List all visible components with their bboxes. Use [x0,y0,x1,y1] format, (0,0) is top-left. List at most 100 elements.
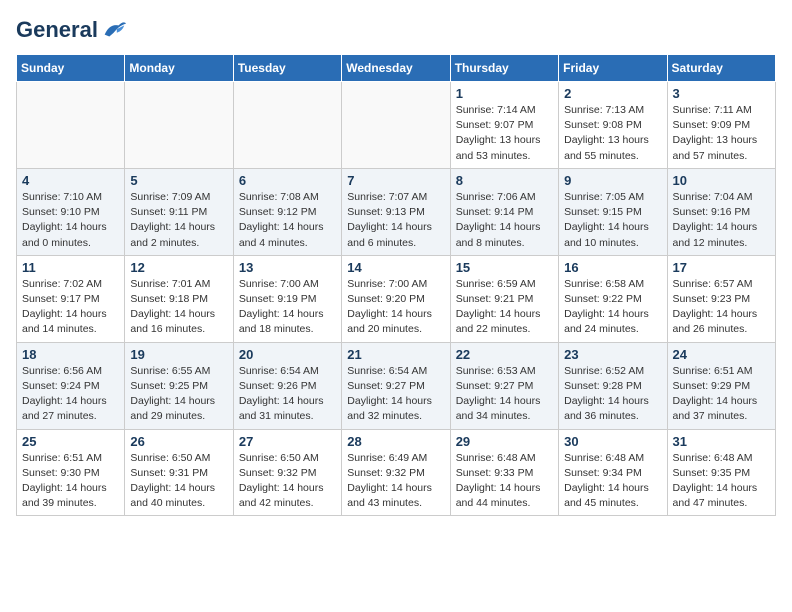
day-info: Sunrise: 6:57 AM Sunset: 9:23 PM Dayligh… [673,277,770,338]
day-number: 20 [239,347,336,362]
calendar-cell: 18 Sunrise: 6:56 AM Sunset: 9:24 PM Dayli… [17,342,125,429]
day-number: 2 [564,86,661,101]
day-number: 18 [22,347,119,362]
day-info: Sunrise: 6:51 AM Sunset: 9:30 PM Dayligh… [22,451,119,512]
day-info: Sunrise: 7:11 AM Sunset: 9:09 PM Dayligh… [673,103,770,164]
day-number: 6 [239,173,336,188]
calendar-cell: 25 Sunrise: 6:51 AM Sunset: 9:30 PM Dayli… [17,429,125,516]
day-info: Sunrise: 7:04 AM Sunset: 9:16 PM Dayligh… [673,190,770,251]
calendar-cell: 4 Sunrise: 7:10 AM Sunset: 9:10 PM Daylig… [17,168,125,255]
day-info: Sunrise: 6:56 AM Sunset: 9:24 PM Dayligh… [22,364,119,425]
calendar-cell: 11Sunrise: 7:02 AM Sunset: 9:17 PM Dayli… [17,255,125,342]
day-number: 5 [130,173,227,188]
day-info: Sunrise: 6:55 AM Sunset: 9:25 PM Dayligh… [130,364,227,425]
calendar-cell: 2 Sunrise: 7:13 AM Sunset: 9:08 PM Daylig… [559,82,667,169]
day-info: Sunrise: 7:13 AM Sunset: 9:08 PM Dayligh… [564,103,661,164]
day-number: 13 [239,260,336,275]
day-number: 30 [564,434,661,449]
day-number: 29 [456,434,553,449]
day-number: 27 [239,434,336,449]
calendar-cell: 24 Sunrise: 6:51 AM Sunset: 9:29 PM Dayli… [667,342,775,429]
logo-bird-icon [100,16,128,44]
day-info: Sunrise: 7:14 AM Sunset: 9:07 PM Dayligh… [456,103,553,164]
calendar-cell: 5 Sunrise: 7:09 AM Sunset: 9:11 PM Daylig… [125,168,233,255]
calendar-cell: 1Sunrise: 7:14 AM Sunset: 9:07 PM Daylig… [450,82,558,169]
day-number: 10 [673,173,770,188]
calendar-cell: 10 Sunrise: 7:04 AM Sunset: 9:16 PM Dayli… [667,168,775,255]
day-info: Sunrise: 6:54 AM Sunset: 9:26 PM Dayligh… [239,364,336,425]
calendar-cell: 6 Sunrise: 7:08 AM Sunset: 9:12 PM Daylig… [233,168,341,255]
day-number: 31 [673,434,770,449]
day-number: 15 [456,260,553,275]
day-info: Sunrise: 6:52 AM Sunset: 9:28 PM Dayligh… [564,364,661,425]
day-number: 9 [564,173,661,188]
calendar-cell: 9 Sunrise: 7:05 AM Sunset: 9:15 PM Daylig… [559,168,667,255]
day-info: Sunrise: 6:54 AM Sunset: 9:27 PM Dayligh… [347,364,444,425]
calendar-cell: 8 Sunrise: 7:06 AM Sunset: 9:14 PM Daylig… [450,168,558,255]
day-number: 7 [347,173,444,188]
calendar-cell: 17Sunrise: 6:57 AM Sunset: 9:23 PM Dayli… [667,255,775,342]
calendar-week-row: 1Sunrise: 7:14 AM Sunset: 9:07 PM Daylig… [17,82,776,169]
calendar-cell: 7 Sunrise: 7:07 AM Sunset: 9:13 PM Daylig… [342,168,450,255]
day-number: 24 [673,347,770,362]
calendar-week-row: 18 Sunrise: 6:56 AM Sunset: 9:24 PM Dayli… [17,342,776,429]
day-info: Sunrise: 7:10 AM Sunset: 9:10 PM Dayligh… [22,190,119,251]
day-number: 4 [22,173,119,188]
day-info: Sunrise: 7:00 AM Sunset: 9:19 PM Dayligh… [239,277,336,338]
calendar-header-row: SundayMondayTuesdayWednesdayThursdayFrid… [17,55,776,82]
calendar-cell: 30Sunrise: 6:48 AM Sunset: 9:34 PM Dayli… [559,429,667,516]
calendar-cell: 15Sunrise: 6:59 AM Sunset: 9:21 PM Dayli… [450,255,558,342]
calendar-cell: 28 Sunrise: 6:49 AM Sunset: 9:32 PM Dayli… [342,429,450,516]
calendar-cell: 12 Sunrise: 7:01 AM Sunset: 9:18 PM Dayli… [125,255,233,342]
calendar-cell: 16 Sunrise: 6:58 AM Sunset: 9:22 PM Dayli… [559,255,667,342]
logo-text: General [16,18,98,42]
day-number: 22 [456,347,553,362]
day-info: Sunrise: 7:07 AM Sunset: 9:13 PM Dayligh… [347,190,444,251]
day-number: 25 [22,434,119,449]
calendar-cell [17,82,125,169]
page-header: General [16,16,776,44]
weekday-header-wednesday: Wednesday [342,55,450,82]
calendar-body: 1Sunrise: 7:14 AM Sunset: 9:07 PM Daylig… [17,82,776,516]
day-info: Sunrise: 6:51 AM Sunset: 9:29 PM Dayligh… [673,364,770,425]
calendar-cell [233,82,341,169]
day-info: Sunrise: 7:01 AM Sunset: 9:18 PM Dayligh… [130,277,227,338]
day-info: Sunrise: 7:08 AM Sunset: 9:12 PM Dayligh… [239,190,336,251]
day-number: 26 [130,434,227,449]
day-number: 16 [564,260,661,275]
day-info: Sunrise: 6:58 AM Sunset: 9:22 PM Dayligh… [564,277,661,338]
day-number: 14 [347,260,444,275]
calendar-week-row: 4 Sunrise: 7:10 AM Sunset: 9:10 PM Daylig… [17,168,776,255]
calendar-cell: 26Sunrise: 6:50 AM Sunset: 9:31 PM Dayli… [125,429,233,516]
calendar-cell: 21 Sunrise: 6:54 AM Sunset: 9:27 PM Dayli… [342,342,450,429]
day-info: Sunrise: 7:09 AM Sunset: 9:11 PM Dayligh… [130,190,227,251]
weekday-header-tuesday: Tuesday [233,55,341,82]
day-info: Sunrise: 7:06 AM Sunset: 9:14 PM Dayligh… [456,190,553,251]
day-number: 3 [673,86,770,101]
day-info: Sunrise: 7:05 AM Sunset: 9:15 PM Dayligh… [564,190,661,251]
calendar-cell [342,82,450,169]
calendar-week-row: 25 Sunrise: 6:51 AM Sunset: 9:30 PM Dayli… [17,429,776,516]
weekday-header-monday: Monday [125,55,233,82]
weekday-header-thursday: Thursday [450,55,558,82]
day-info: Sunrise: 6:48 AM Sunset: 9:33 PM Dayligh… [456,451,553,512]
day-info: Sunrise: 6:48 AM Sunset: 9:35 PM Dayligh… [673,451,770,512]
day-info: Sunrise: 7:02 AM Sunset: 9:17 PM Dayligh… [22,277,119,338]
day-number: 28 [347,434,444,449]
day-number: 21 [347,347,444,362]
day-info: Sunrise: 6:50 AM Sunset: 9:32 PM Dayligh… [239,451,336,512]
calendar-cell: 13 Sunrise: 7:00 AM Sunset: 9:19 PM Dayli… [233,255,341,342]
weekday-header-saturday: Saturday [667,55,775,82]
logo: General [16,16,128,44]
calendar-cell: 23 Sunrise: 6:52 AM Sunset: 9:28 PM Dayli… [559,342,667,429]
day-info: Sunrise: 7:00 AM Sunset: 9:20 PM Dayligh… [347,277,444,338]
day-number: 23 [564,347,661,362]
calendar-cell: 27 Sunrise: 6:50 AM Sunset: 9:32 PM Dayli… [233,429,341,516]
weekday-header-friday: Friday [559,55,667,82]
calendar-cell: 20 Sunrise: 6:54 AM Sunset: 9:26 PM Dayli… [233,342,341,429]
calendar-cell [125,82,233,169]
day-number: 8 [456,173,553,188]
day-number: 12 [130,260,227,275]
calendar-cell: 22Sunrise: 6:53 AM Sunset: 9:27 PM Dayli… [450,342,558,429]
day-info: Sunrise: 6:49 AM Sunset: 9:32 PM Dayligh… [347,451,444,512]
